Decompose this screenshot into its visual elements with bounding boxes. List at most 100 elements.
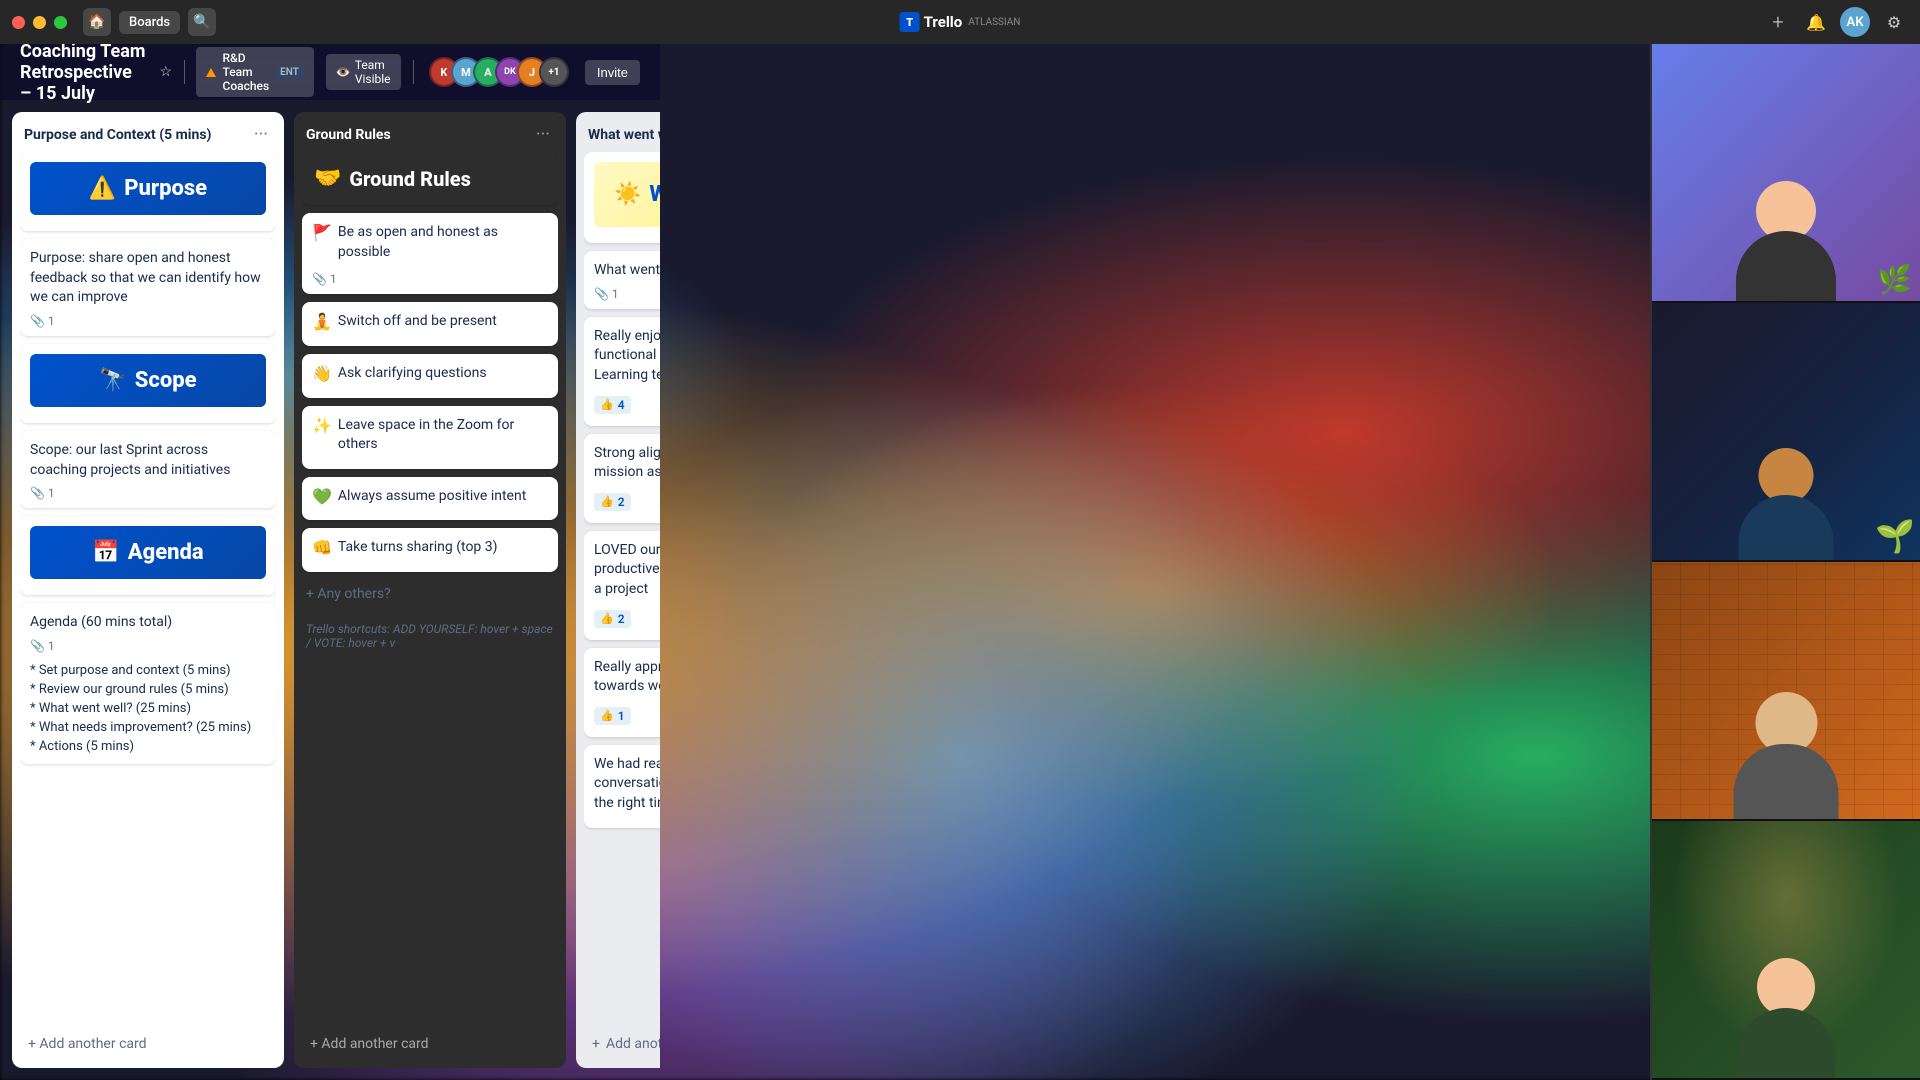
column-wwwell-header: What went well? (10 mins) ··· (584, 122, 660, 152)
scope-header-card[interactable]: 🔭 Scope (20, 344, 276, 423)
board-title: Coaching Team Retrospective – 15 July (20, 41, 148, 104)
agenda-item-3: * What went well? (25 mins) (30, 699, 266, 718)
agenda-items: * Set purpose and context (5 mins) * Rev… (30, 661, 266, 756)
agenda-meta: 📎 1 (30, 639, 266, 653)
rule-card-3[interactable]: 👋 Ask clarifying questions (302, 354, 558, 398)
purpose-cards: ⚠️ Purpose Purpose: share open and hones… (20, 152, 276, 1026)
wwwell-header-image: ☀️ What went well? (594, 162, 660, 227)
wwwell-votes-4: 👍 1 (594, 707, 631, 725)
fullscreen-button[interactable] (54, 16, 67, 29)
video-tile-4 (1652, 821, 1920, 1080)
rule-text-6: Take turns sharing (top 3) (338, 538, 548, 558)
wwwell-card-4[interactable]: Really appreciate everyone's respect tow… (584, 648, 660, 737)
wwwell-card-3[interactable]: LOVED our project kickoff – super produc… (584, 531, 660, 640)
minimize-button[interactable] (33, 16, 46, 29)
video-tile-2: 🌱 (1652, 303, 1920, 562)
home-icon[interactable]: 🏠 (83, 8, 111, 36)
wwwell-attach-0: 📎 1 (594, 287, 619, 301)
notification-icon[interactable]: 🔔 (1802, 8, 1830, 36)
purpose-meta: 📎 1 (30, 314, 266, 328)
star-icon[interactable]: ☆ (160, 64, 173, 80)
wwwell-title-4: Really appreciate everyone's respect tow… (594, 658, 660, 697)
plant-icon-2: 🌱 (1875, 517, 1915, 555)
purpose-add-card[interactable]: + Add another card (20, 1030, 276, 1058)
ground-rules-add-card[interactable]: + Add another card (302, 1030, 558, 1058)
titlebar-center: T Trello ATLASSIAN (900, 12, 1021, 32)
wwwell-card-2[interactable]: Strong alignment to our purpose and miss… (584, 434, 660, 523)
scope-emoji: 🔭 (99, 368, 126, 393)
column-what-went-well: What went well? (10 mins) ··· ☀️ What we… (576, 112, 660, 1068)
column-purpose-menu[interactable]: ··· (250, 126, 272, 144)
wwwell-header-card[interactable]: ☀️ What went well? (584, 152, 660, 243)
rule-card-6[interactable]: 👊 Take turns sharing (top 3) (302, 528, 558, 572)
scope-meta: 📎 1 (30, 486, 266, 500)
add-button[interactable]: + (1764, 8, 1792, 36)
vote-count-3: 2 (618, 612, 625, 626)
column-ground-rules: Ground Rules ··· 🤝 Ground Rules 🚩 Be as … (294, 112, 566, 1068)
settings-icon[interactable]: ⚙ (1880, 8, 1908, 36)
purpose-text-card[interactable]: Purpose: share open and honest feedback … (20, 239, 276, 336)
ground-rules-header-card[interactable]: 🤝 Ground Rules (302, 152, 558, 205)
boards-button[interactable]: Boards (119, 11, 180, 34)
purpose-header-image: ⚠️ Purpose (30, 162, 266, 215)
rule-card-5[interactable]: 💚 Always assume positive intent (302, 477, 558, 521)
any-others[interactable]: + Any others? (302, 580, 558, 608)
video-tile-3 (1652, 562, 1920, 821)
visibility-badge: 👁️ Team Visible (326, 54, 401, 90)
wwwell-add-card[interactable]: + Add another card (584, 1030, 660, 1058)
close-button[interactable] (12, 16, 25, 29)
invite-button[interactable]: Invite (585, 60, 640, 85)
rule-text-1: Be as open and honest as possible (338, 223, 548, 262)
user-avatar[interactable]: AK (1840, 7, 1870, 37)
agenda-header-card[interactable]: 📅 Agenda (20, 516, 276, 595)
team-badge-label: R&D Team Coaches (222, 51, 269, 93)
visibility-icon: 👁️ (336, 65, 351, 79)
purpose-text: Purpose (124, 176, 207, 201)
traffic-lights (12, 16, 67, 29)
rule-emoji-2: 🧘 (312, 312, 332, 331)
column-purpose-title: Purpose and Context (5 mins) (24, 126, 211, 144)
agenda-item-5: * Actions (5 mins) (30, 737, 266, 756)
ground-rules-emoji: 🤝 (314, 166, 341, 191)
wwwell-header-text: What went well? (649, 182, 660, 207)
column-ground-rules-menu[interactable]: ··· (532, 126, 554, 144)
vote-count-2: 2 (618, 495, 625, 509)
member-avatar-plus: +1 (539, 57, 569, 87)
rule-card-2[interactable]: 🧘 Switch off and be present (302, 302, 558, 346)
trello-name: Trello (924, 13, 963, 31)
agenda-text-card[interactable]: Agenda (60 mins total) 📎 1 * Set purpose… (20, 603, 276, 764)
vote-count-1: 4 (618, 398, 625, 412)
person-body-1 (1736, 231, 1836, 301)
agenda-emoji: 📅 (92, 540, 119, 565)
video-panel: 🌿 🌱 (1650, 44, 1920, 1080)
column-purpose: Purpose and Context (5 mins) ··· ⚠️ Purp… (12, 112, 284, 1068)
purpose-attach: 📎 1 (30, 314, 55, 328)
rule-emoji-6: 👊 (312, 538, 332, 557)
visibility-label: Team Visible (355, 58, 391, 86)
person-body-2 (1739, 495, 1834, 560)
titlebar: 🏠 Boards 🔍 T Trello ATLASSIAN + 🔔 AK ⚙ (0, 0, 1920, 44)
wwwell-card-0[interactable]: What went well? 📎 1 (584, 251, 660, 309)
rule-card-4[interactable]: ✨ Leave space in the Zoom for others (302, 406, 558, 469)
trello-icon: T (900, 12, 920, 32)
wwwell-card-1[interactable]: Really enjoyed working as a cross-functi… (584, 317, 660, 426)
video-tile-1: 🌿 (1652, 44, 1920, 303)
trello-shortcut: Trello shortcuts: ADD YOURSELF: hover + … (302, 616, 558, 656)
agenda-item-2: * Review our ground rules (5 mins) (30, 680, 266, 699)
scope-text-card[interactable]: Scope: our last Sprint across coaching p… (20, 431, 276, 508)
ground-rules-cards: 🤝 Ground Rules 🚩 Be as open and honest a… (302, 152, 558, 1026)
scope-header-image: 🔭 Scope (30, 354, 266, 407)
wwwell-add-label: Add another card (606, 1036, 660, 1052)
rule-card-1[interactable]: 🚩 Be as open and honest as possible 📎 1 (302, 213, 558, 294)
scope-attach: 📎 1 (30, 486, 55, 500)
rule-attach-1: 📎 1 (312, 272, 337, 286)
scope-content: Scope: our last Sprint across coaching p… (30, 441, 266, 480)
ent-badge: ENT (275, 66, 304, 79)
agenda-attach: 📎 1 (30, 639, 55, 653)
rule-emoji-3: 👋 (312, 364, 332, 383)
rule-text-4: Leave space in the Zoom for others (338, 416, 548, 455)
wwwell-card-5[interactable]: We had really productive, but tough conv… (584, 745, 660, 828)
search-button[interactable]: 🔍 (188, 8, 216, 36)
wwwell-cards: ☀️ What went well? What went well? 📎 1 R… (584, 152, 660, 1026)
purpose-header-card[interactable]: ⚠️ Purpose (20, 152, 276, 231)
